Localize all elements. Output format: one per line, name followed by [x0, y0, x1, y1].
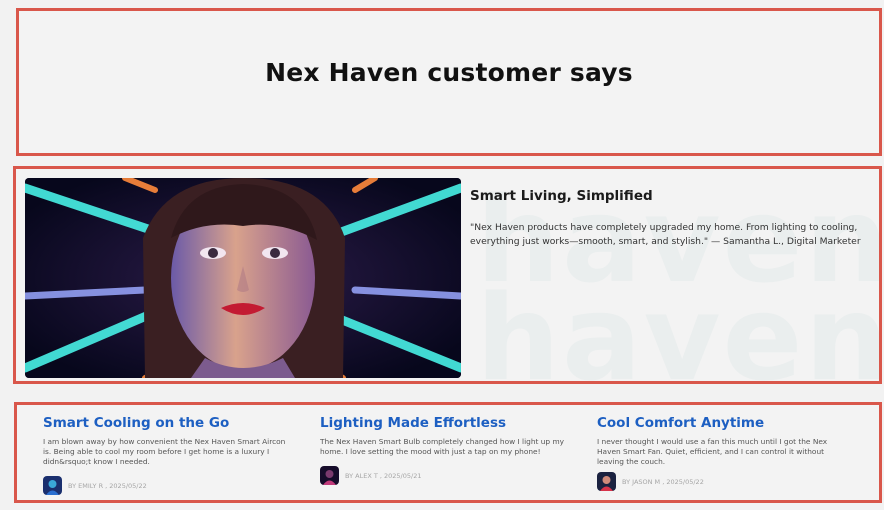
testimonial-photo [25, 178, 461, 378]
featured-testimonial: haven haven Smart Living, Simplified "Ne… [13, 166, 882, 384]
card-body: I never thought I would use a fan this m… [597, 437, 828, 466]
card-title[interactable]: Smart Cooling on the Go [43, 415, 293, 431]
card-byline: BY JASON M , 2025/05/22 [622, 477, 704, 486]
avatar [597, 472, 616, 491]
testimonial-content: Smart Living, Simplified "Nex Haven prod… [470, 188, 870, 249]
card-title[interactable]: Lighting Made Effortless [320, 415, 570, 431]
avatar [320, 466, 339, 485]
hero-section: Nex Haven customer says [16, 8, 882, 156]
card-meta: BY JASON M , 2025/05/22 [597, 472, 847, 491]
testimonial-card: Lighting Made Effortless The Nex Haven S… [320, 415, 570, 485]
watermark-text: haven [476, 269, 882, 384]
testimonial-card: Smart Cooling on the Go I am blown away … [43, 415, 293, 495]
card-title[interactable]: Cool Comfort Anytime [597, 415, 847, 431]
card-meta: BY EMILY R , 2025/05/22 [43, 476, 293, 495]
card-meta: BY ALEX T , 2025/05/21 [320, 466, 570, 485]
testimonial-quote: "Nex Haven products have completely upgr… [470, 222, 861, 247]
card-body: I am blown away by how convenient the Ne… [43, 437, 286, 466]
page-title: Nex Haven customer says [265, 57, 633, 87]
card-body: The Nex Haven Smart Bulb completely chan… [320, 437, 565, 456]
avatar [43, 476, 62, 495]
testimonial-cards: Smart Cooling on the Go I am blown away … [14, 402, 882, 503]
card-byline: BY ALEX T , 2025/05/21 [345, 471, 422, 480]
testimonial-title: Smart Living, Simplified [470, 188, 653, 204]
testimonial-card: Cool Comfort Anytime I never thought I w… [597, 415, 847, 491]
card-byline: BY EMILY R , 2025/05/22 [68, 481, 147, 490]
